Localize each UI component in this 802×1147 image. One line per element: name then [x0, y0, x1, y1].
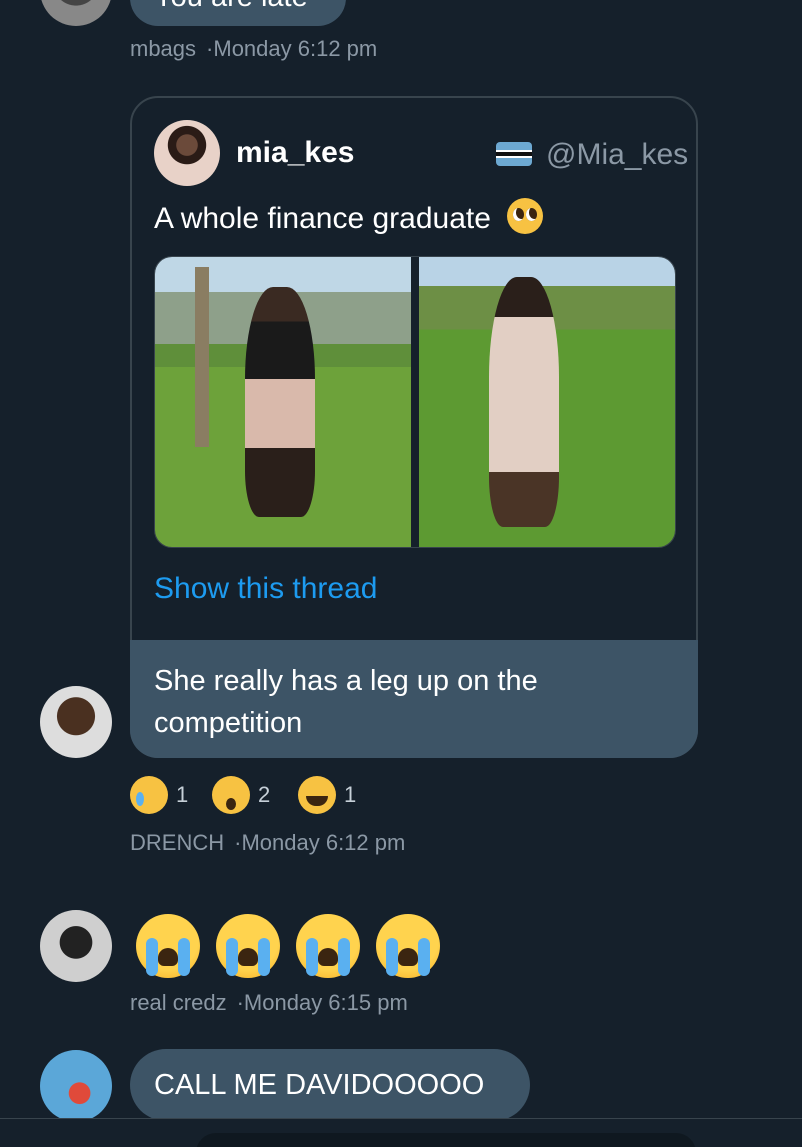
tears-of-joy-icon [298, 776, 336, 814]
message-meta: DRENCH ·Monday 6:12 pm [130, 830, 406, 855]
photo-subject [245, 287, 315, 517]
composer-bar [0, 1118, 802, 1147]
reaction-count: 2 [258, 782, 271, 807]
message-author: DRENCH [130, 830, 225, 855]
dm-conversation: You are late mbags·Monday 6:12 pm mia_ke… [0, 0, 802, 1147]
message-meta: mbags ·Monday 6:12 pm [130, 36, 378, 61]
loudly-crying-face-icon [296, 914, 360, 978]
message-text: You are late [154, 0, 308, 13]
message-time: Monday 6:12 pm [241, 830, 406, 855]
quoted-tweet-avatar[interactable] [154, 120, 220, 186]
pleading-face-icon [507, 198, 544, 234]
message-bubble-mbags[interactable]: You are late [130, 0, 346, 26]
botswana-flag-icon [496, 142, 532, 166]
loudly-crying-face-icon [376, 914, 440, 978]
tweet-photo-1[interactable] [155, 257, 411, 547]
quoted-tweet-text-line: A whole finance graduate [154, 198, 544, 236]
photo-subject [489, 277, 559, 527]
show-thread-link[interactable]: Show this thread [154, 572, 377, 606]
reaction-tears-of-joy[interactable]: 1 [298, 776, 356, 814]
quoted-tweet-handle: @Mia_kes [546, 138, 689, 171]
avatar-drench[interactable] [40, 686, 112, 758]
quoted-tweet-name: mia_kes [236, 136, 355, 169]
palm-tree [195, 267, 209, 447]
message-bubble-drench[interactable]: She really has a leg up on the competiti… [130, 640, 698, 758]
message-composer[interactable] [196, 1133, 696, 1147]
message-time: Monday 6:15 pm [243, 990, 408, 1015]
quoted-tweet-media[interactable] [154, 256, 676, 548]
loudly-crying-face-icon [136, 914, 200, 978]
reaction-crying[interactable]: 1 [130, 776, 188, 814]
reaction-count: 1 [176, 782, 189, 807]
avatar-real-credz[interactable] [40, 910, 112, 982]
message-bubble-last[interactable]: CALL ME DAVIDOOOOO [130, 1049, 530, 1121]
message-author: real credz [130, 990, 227, 1015]
quoted-tweet-text: A whole finance graduate [154, 202, 491, 235]
tweet-photo-2[interactable] [419, 257, 675, 547]
loudly-crying-face-icon [216, 914, 280, 978]
avatar-user-4[interactable] [40, 1050, 112, 1122]
photo-divider [411, 257, 419, 547]
reaction-count: 1 [344, 782, 357, 807]
avatar-mbags[interactable] [40, 0, 112, 26]
message-meta: real credz ·Monday 6:15 pm [130, 990, 408, 1015]
message-text: She really has a leg up on the competiti… [154, 665, 538, 739]
astonished-face-icon [212, 776, 250, 814]
message-text: CALL ME DAVIDOOOOO [154, 1069, 485, 1101]
crying-face-icon [130, 776, 168, 814]
message-time: Monday 6:12 pm [213, 36, 378, 61]
reaction-astonished[interactable]: 2 [212, 776, 270, 814]
message-author: mbags [130, 36, 197, 61]
